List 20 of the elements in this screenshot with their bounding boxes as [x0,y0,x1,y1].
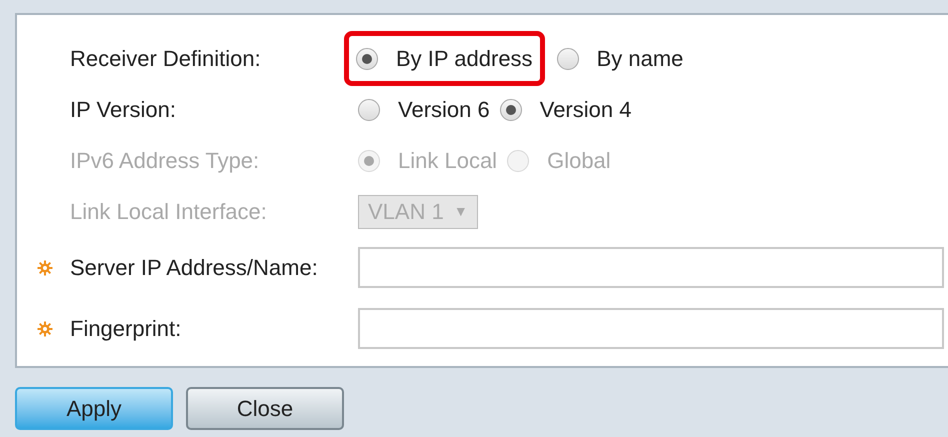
option-label: Link Local [398,147,498,175]
apply-button[interactable]: Apply [15,387,173,430]
option-label: Version 4 [540,96,632,124]
option-label: Version 6 [398,96,490,124]
text-field[interactable] [358,308,944,349]
radio-button[interactable] [556,48,579,70]
field-label: Server IP Address/Name: [70,254,318,282]
field-label: Link Local Interface: [70,198,267,226]
field-label: IP Version: [70,96,176,124]
radio-button[interactable] [358,98,380,120]
field-label: Receiver Definition: [70,45,261,73]
option-label: By IP address [396,45,533,73]
option-label: By name [596,45,684,73]
field-label: IPv6 Address Type: [70,147,260,175]
close-button[interactable]: Close [186,387,344,430]
radio-button[interactable] [500,98,522,120]
option-label: Global [547,147,611,175]
radio-button[interactable] [356,48,378,70]
field-label: Fingerprint: [70,315,182,343]
text-field[interactable] [358,247,944,288]
